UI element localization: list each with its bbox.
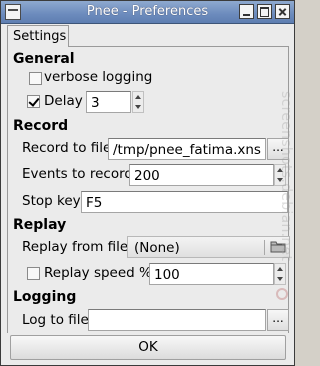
replay-speed-label[interactable]: Replay speed %: [44, 265, 152, 281]
record-heading: Record: [13, 118, 69, 134]
minimize-icon[interactable]: [239, 4, 254, 19]
events-label: Events to record: [22, 166, 133, 182]
maximize-icon[interactable]: [257, 4, 272, 19]
watermark-text: screenshots.debian.net: [278, 91, 294, 262]
delay-spinner[interactable]: [132, 91, 144, 113]
log-file-label: Log to file: [22, 312, 89, 328]
debian-logo-icon: [276, 288, 288, 300]
delay-input[interactable]: 3: [86, 91, 131, 113]
log-file-input[interactable]: [88, 309, 266, 331]
record-file-label: Record to file: [22, 140, 112, 156]
logging-heading: Logging: [13, 289, 77, 305]
replay-file-chooser[interactable]: (None): [127, 236, 290, 258]
delay-checkbox[interactable]: [27, 95, 40, 108]
replay-file-label: Replay from file: [22, 239, 129, 255]
replay-speed-checkbox[interactable]: [27, 267, 40, 280]
replay-speed-input[interactable]: 100: [149, 263, 274, 285]
ok-button[interactable]: OK: [10, 335, 286, 360]
tab-settings[interactable]: Settings: [7, 25, 69, 47]
events-input[interactable]: 200: [129, 164, 274, 186]
stop-key-label: Stop key: [22, 193, 81, 209]
replay-heading: Replay: [13, 217, 67, 233]
watermark: screenshots.debian.net: [272, 91, 294, 326]
preferences-window: Pnee - Preferences Settings General verb…: [0, 0, 295, 366]
verbose-logging-checkbox[interactable]: [29, 72, 42, 85]
stop-key-input[interactable]: F5: [81, 191, 288, 213]
record-file-input[interactable]: /tmp/pnee_fatima.xns: [108, 138, 266, 160]
title-bar[interactable]: Pnee - Preferences: [1, 1, 294, 24]
replay-file-value: (None): [134, 240, 180, 256]
verbose-logging-label[interactable]: verbose logging: [44, 69, 152, 85]
delay-label[interactable]: Delay: [44, 93, 83, 109]
chooser-separator: [264, 240, 265, 255]
general-heading: General: [13, 51, 75, 67]
close-icon[interactable]: [275, 4, 290, 19]
